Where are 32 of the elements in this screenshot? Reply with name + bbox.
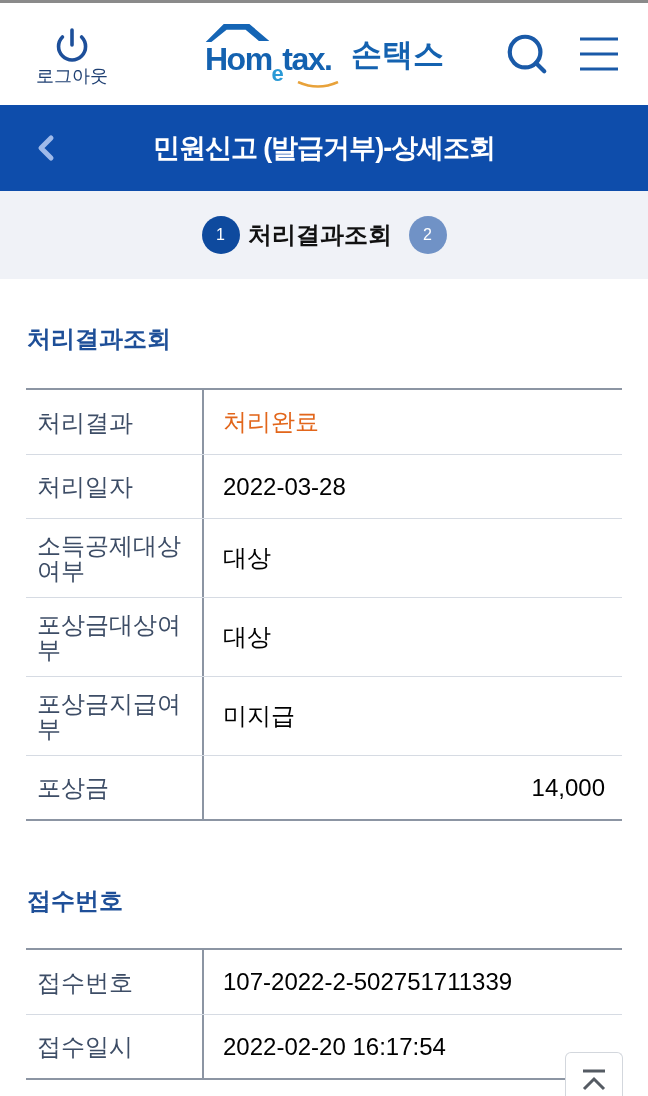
- row-label: 접수번호: [37, 969, 133, 995]
- row-value: 14,000: [531, 772, 605, 803]
- section-title: 처리결과조회: [27, 324, 171, 354]
- logo-korean-text: 손택스: [351, 37, 444, 73]
- logout-button[interactable]: 로그아웃: [36, 27, 108, 87]
- row-label: 처리결과: [37, 409, 133, 435]
- row-value: 대상: [223, 543, 271, 573]
- row-label: 처리일자: [37, 474, 133, 499]
- smile-curve-icon: [297, 81, 339, 89]
- row-label: 포상금: [37, 775, 109, 800]
- page-title: 민원신고 (발급거부)-상세조회: [152, 132, 496, 165]
- row-value: 2022-03-28: [223, 471, 346, 502]
- row-value: 2022-02-20 16:17:54: [223, 1031, 446, 1062]
- power-icon: [54, 27, 90, 63]
- hometax-wordmark: Hom$_{e}$tax.: [205, 42, 332, 83]
- row-label: 포상금대상여부: [37, 612, 182, 662]
- scroll-top-icon: [581, 1069, 607, 1091]
- section-title: 접수번호: [27, 886, 123, 916]
- scroll-top-button[interactable]: [565, 1052, 623, 1096]
- row-value: 107-2022-2-502751711339: [223, 967, 513, 997]
- step-number: 2: [408, 216, 447, 254]
- house-roof-icon: [205, 23, 271, 42]
- menu-button[interactable]: [580, 37, 618, 71]
- row-value: 미지급: [223, 701, 295, 731]
- row-value: 처리완료: [223, 407, 319, 437]
- step-number: 1: [201, 216, 240, 254]
- row-label: 포상금지급여부: [37, 691, 182, 741]
- menu-icon: [580, 37, 618, 71]
- row-value: 대상: [223, 622, 271, 652]
- row-label: 소득공제대상여부: [37, 533, 182, 583]
- row-label: 접수일시: [37, 1034, 133, 1059]
- step-label: 처리결과조회: [247, 220, 392, 250]
